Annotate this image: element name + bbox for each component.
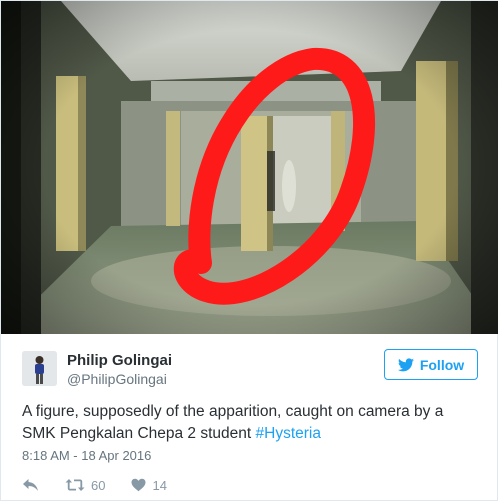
- reply-button[interactable]: [22, 478, 39, 492]
- tweet-actions: 60 14: [22, 475, 167, 495]
- tweet-text: A figure, supposedly of the apparition, …: [22, 401, 487, 445]
- avatar[interactable]: [22, 351, 57, 386]
- user-handle[interactable]: @PhilipGolingai: [67, 371, 167, 387]
- follow-label: Follow: [419, 356, 465, 373]
- hashtag-link[interactable]: #Hysteria: [256, 425, 321, 442]
- tweet-timestamp[interactable]: 8:18 AM - 18 Apr 2016: [22, 448, 151, 463]
- tweet-text-main: A figure, supposedly of the apparition, …: [22, 403, 444, 442]
- tweet-card: Philip Golingai @PhilipGolingai Follow A…: [0, 0, 498, 501]
- hallway-photo: [1, 1, 498, 334]
- like-count: 14: [152, 477, 167, 493]
- retweet-button[interactable]: 60: [65, 478, 105, 493]
- avatar-image: [22, 351, 57, 386]
- like-button[interactable]: 14: [131, 477, 167, 493]
- retweet-icon: [65, 479, 85, 491]
- follow-button[interactable]: Follow: [384, 349, 478, 380]
- twitter-bird-icon: [397, 357, 414, 371]
- tweet-photo[interactable]: [1, 1, 498, 334]
- reply-icon: [23, 479, 38, 491]
- display-name[interactable]: Philip Golingai: [67, 352, 172, 369]
- retweet-count: 60: [91, 477, 106, 493]
- heart-icon: [131, 478, 146, 492]
